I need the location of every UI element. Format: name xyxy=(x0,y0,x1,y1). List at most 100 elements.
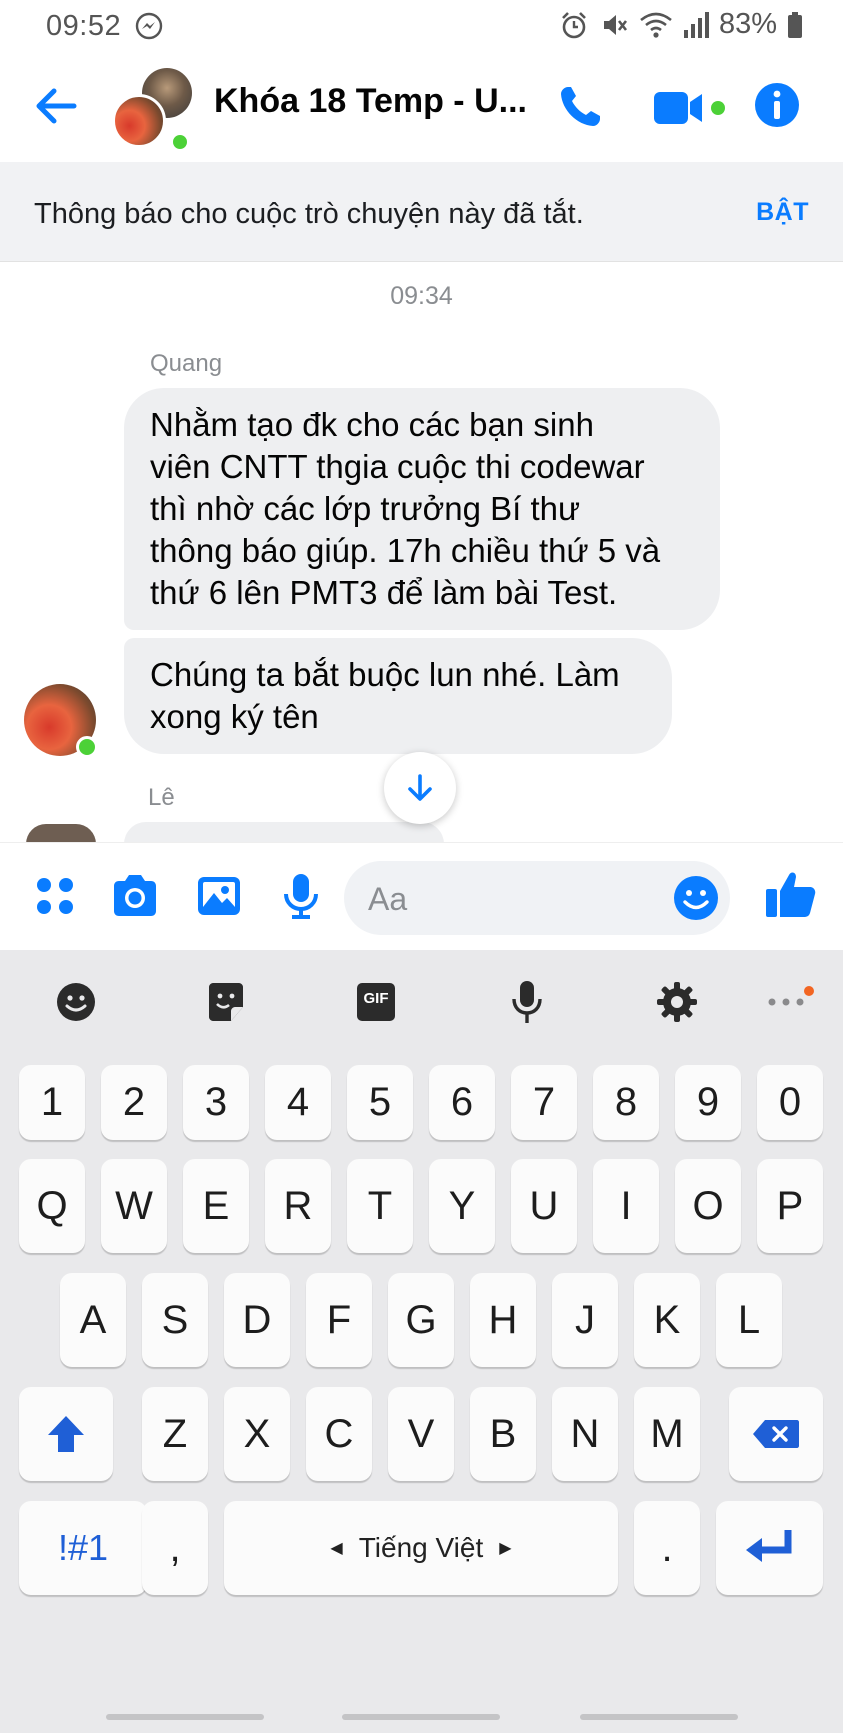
conversation-title[interactable]: Khóa 18 Temp - U... xyxy=(214,82,534,121)
caret-right-icon: ▶ xyxy=(499,1540,512,1557)
key-6[interactable]: 6 xyxy=(429,1065,495,1140)
key-1[interactable]: 1 xyxy=(19,1065,85,1140)
unmute-button[interactable]: BẬT xyxy=(756,198,809,227)
mute-icon xyxy=(603,14,627,35)
key-9[interactable]: 9 xyxy=(675,1065,741,1140)
key-t[interactable]: T xyxy=(347,1159,413,1253)
key-r[interactable]: R xyxy=(265,1159,331,1253)
nav-bar-indicator xyxy=(106,1714,264,1720)
message-line: thông báo giúp. 17h chiều thứ 5 và xyxy=(150,532,661,569)
scroll-to-bottom-button[interactable] xyxy=(384,752,456,824)
phone-icon[interactable] xyxy=(555,82,605,132)
key-u[interactable]: U xyxy=(511,1159,577,1253)
key-z[interactable]: Z xyxy=(142,1387,208,1481)
message-timestamp: 09:34 xyxy=(390,282,453,310)
gear-icon xyxy=(657,982,697,1022)
microphone-icon[interactable] xyxy=(276,871,326,921)
key-s[interactable]: S xyxy=(142,1273,208,1367)
avatar[interactable] xyxy=(26,824,96,844)
message-input[interactable]: Aa xyxy=(344,861,730,935)
key-0[interactable]: 0 xyxy=(757,1065,823,1140)
message-bubble[interactable]: Chúng ta bắt buộc lun nhé. Làm xong ký t… xyxy=(124,638,672,754)
status-icons: 83% xyxy=(559,8,803,41)
settings-icon[interactable] xyxy=(653,978,701,1026)
nav-bar-indicator xyxy=(580,1714,738,1720)
spacebar-label: Tiếng Việt xyxy=(358,1532,484,1563)
key-b[interactable]: B xyxy=(470,1387,536,1481)
key-c[interactable]: C xyxy=(306,1387,372,1481)
muted-notification-banner: Thông báo cho cuộc trò chuyện này đã tắt… xyxy=(0,162,843,262)
key-a[interactable]: A xyxy=(60,1273,126,1367)
alarm-icon xyxy=(562,11,586,38)
messenger-icon xyxy=(135,12,163,40)
battery-percent: 83% xyxy=(718,8,777,40)
key-2[interactable]: 2 xyxy=(101,1065,167,1140)
key-d[interactable]: D xyxy=(224,1273,290,1367)
key-g[interactable]: G xyxy=(388,1273,454,1367)
key-h[interactable]: H xyxy=(470,1273,536,1367)
sender-name: Quang xyxy=(150,350,223,377)
key-5[interactable]: 5 xyxy=(347,1065,413,1140)
key-w[interactable]: W xyxy=(101,1159,167,1253)
emoji-face-icon xyxy=(57,983,95,1021)
more-icon[interactable] xyxy=(762,978,810,1026)
nav-bar-indicator xyxy=(342,1714,500,1720)
status-bar: 09:52 83% xyxy=(0,0,843,52)
symbols-key[interactable]: !#1 xyxy=(19,1501,147,1595)
menu-dots-icon[interactable] xyxy=(30,871,80,921)
key-4[interactable]: 4 xyxy=(265,1065,331,1140)
message-input-placeholder: Aa xyxy=(368,881,408,917)
key-y[interactable]: Y xyxy=(429,1159,495,1253)
key-m[interactable]: M xyxy=(634,1387,700,1481)
battery-icon xyxy=(788,11,802,38)
signal-icon xyxy=(683,11,709,38)
video-icon[interactable] xyxy=(652,88,732,128)
voice-input-icon[interactable] xyxy=(503,978,551,1026)
message-bubble[interactable]: Nhằm tạo đk cho các bạn sinh viên CNTT t… xyxy=(124,388,720,630)
virtual-keyboard: GIF 1 2 3 4 5 6 7 8 9 0 Q W E R T Y U I … xyxy=(0,950,843,1733)
sticker-face-icon xyxy=(209,983,243,1021)
arrow-down-icon xyxy=(408,774,432,801)
key-l[interactable]: L xyxy=(716,1273,782,1367)
emoji-icon[interactable] xyxy=(52,978,100,1026)
backspace-icon xyxy=(753,1420,799,1448)
shift-arrow-icon xyxy=(48,1416,84,1452)
key-x[interactable]: X xyxy=(224,1387,290,1481)
key-v[interactable]: V xyxy=(388,1387,454,1481)
backspace-key[interactable] xyxy=(729,1387,823,1481)
key-8[interactable]: 8 xyxy=(593,1065,659,1140)
key-k[interactable]: K xyxy=(634,1273,700,1367)
back-arrow-icon[interactable] xyxy=(30,80,82,132)
key-p[interactable]: P xyxy=(757,1159,823,1253)
shift-key[interactable] xyxy=(19,1387,113,1481)
sticker-icon[interactable] xyxy=(202,978,250,1026)
wifi-icon xyxy=(640,12,672,38)
key-q[interactable]: Q xyxy=(19,1159,85,1253)
spacebar-key[interactable]: ◀ Tiếng Việt ▶ xyxy=(224,1501,618,1595)
gallery-icon[interactable] xyxy=(194,871,244,921)
enter-arrow-icon xyxy=(745,1530,791,1562)
message-bubble[interactable] xyxy=(124,822,444,844)
key-f[interactable]: F xyxy=(306,1273,372,1367)
period-key[interactable]: . xyxy=(634,1501,700,1595)
key-i[interactable]: I xyxy=(593,1159,659,1253)
key-j[interactable]: J xyxy=(552,1273,618,1367)
emoji-icon[interactable] xyxy=(672,874,720,922)
message-line: viên CNTT thgia cuộc thi codewar xyxy=(150,448,645,485)
info-icon[interactable] xyxy=(752,80,802,130)
camera-icon[interactable] xyxy=(110,871,160,921)
enter-key[interactable] xyxy=(716,1501,823,1595)
key-7[interactable]: 7 xyxy=(511,1065,577,1140)
like-icon[interactable] xyxy=(764,867,818,921)
message-composer: Aa xyxy=(0,842,843,950)
notification-dot xyxy=(804,986,814,996)
group-avatar[interactable] xyxy=(112,68,194,152)
key-o[interactable]: O xyxy=(675,1159,741,1253)
comma-key[interactable]: , xyxy=(142,1501,208,1595)
key-3[interactable]: 3 xyxy=(183,1065,249,1140)
sender-name: Lê xyxy=(148,784,175,811)
key-e[interactable]: E xyxy=(183,1159,249,1253)
avatar xyxy=(112,94,166,148)
key-n[interactable]: N xyxy=(552,1387,618,1481)
gif-icon[interactable]: GIF xyxy=(352,978,400,1026)
